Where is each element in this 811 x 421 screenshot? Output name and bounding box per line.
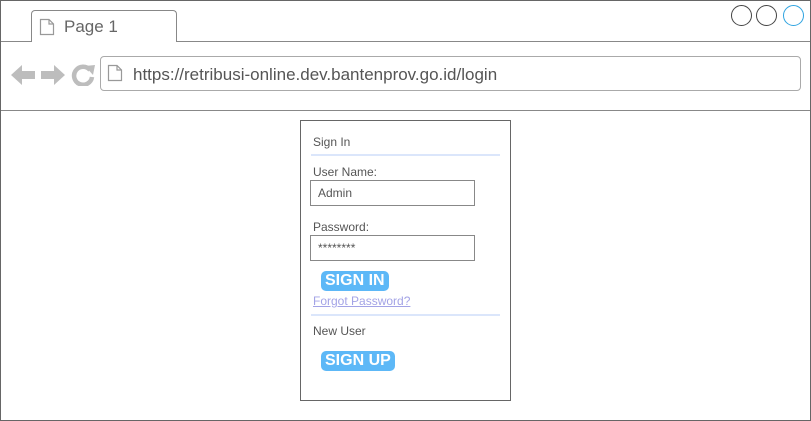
sign-up-button[interactable]: SIGN UP bbox=[321, 351, 395, 371]
new-user-separator bbox=[311, 314, 500, 316]
address-bar[interactable]: https://retribusi-online.dev.bantenprov.… bbox=[100, 56, 801, 91]
forgot-password-link[interactable]: Forgot Password? bbox=[313, 294, 410, 308]
browser-window: Page 1 https://retribusi-online.dev.bant… bbox=[0, 0, 811, 421]
page-document-icon bbox=[107, 64, 123, 87]
tab-label: Page 1 bbox=[64, 17, 118, 36]
tab-strip: Page 1 bbox=[1, 1, 810, 42]
sign-in-separator bbox=[311, 154, 500, 156]
username-label: User Name: bbox=[313, 165, 378, 179]
document-icon bbox=[39, 18, 55, 41]
tab-page-1[interactable]: Page 1 bbox=[31, 10, 177, 42]
reload-icon[interactable] bbox=[71, 64, 95, 91]
password-input[interactable] bbox=[310, 235, 475, 261]
restore-circle-icon[interactable] bbox=[756, 5, 777, 26]
password-label: Password: bbox=[313, 220, 370, 234]
username-input[interactable] bbox=[310, 180, 475, 206]
sign-in-heading: Sign In bbox=[313, 135, 351, 149]
page-content: Sign In User Name: Password: SIGN IN For… bbox=[1, 111, 810, 420]
back-arrow-icon[interactable] bbox=[11, 64, 35, 91]
sign-in-button[interactable]: SIGN IN bbox=[321, 271, 389, 291]
login-panel: Sign In User Name: Password: SIGN IN For… bbox=[300, 120, 511, 401]
url-text[interactable]: https://retribusi-online.dev.bantenprov.… bbox=[133, 65, 497, 85]
forward-arrow-icon[interactable] bbox=[41, 64, 65, 91]
minimize-circle-icon[interactable] bbox=[731, 5, 752, 26]
maximize-circle-icon[interactable] bbox=[783, 5, 804, 26]
browser-toolbar: https://retribusi-online.dev.bantenprov.… bbox=[1, 42, 810, 111]
new-user-heading: New User bbox=[313, 324, 366, 338]
